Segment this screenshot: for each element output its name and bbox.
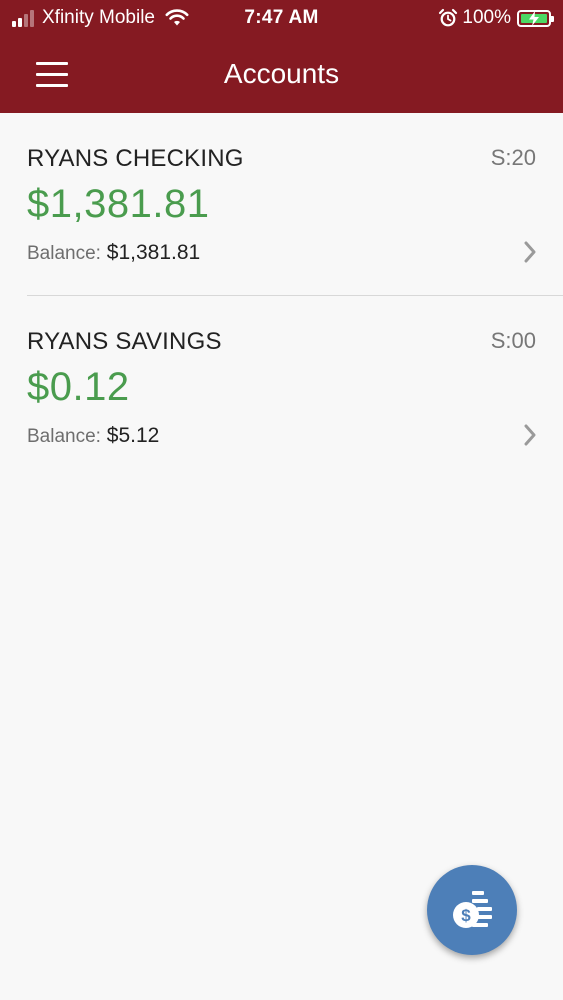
accounts-list: RYANS CHECKING S:20 $1,381.81 Balance: $… xyxy=(0,113,563,479)
money-transfer-icon: $ xyxy=(453,891,492,928)
nav-bar: Accounts xyxy=(0,38,563,113)
account-name: RYANS CHECKING xyxy=(27,145,244,172)
battery-charging-icon xyxy=(517,9,554,27)
account-name: RYANS SAVINGS xyxy=(27,328,222,355)
balance-value: $5.12 xyxy=(106,424,160,447)
balance-label: Balance: xyxy=(27,426,101,447)
account-row-checking[interactable]: RYANS CHECKING S:20 $1,381.81 Balance: $… xyxy=(0,113,563,296)
transfer-fab-button[interactable]: $ xyxy=(427,865,517,955)
status-right: 100% xyxy=(438,6,554,30)
balance-row: Balance: $5.12 xyxy=(27,424,159,448)
available-amount: $1,381.81 xyxy=(27,182,210,226)
account-status: S:00 xyxy=(490,328,536,353)
account-status: S:20 xyxy=(490,145,536,170)
chevron-right-icon[interactable] xyxy=(523,241,537,263)
page-title: Accounts xyxy=(223,58,340,89)
chevron-right-icon[interactable] xyxy=(523,424,537,446)
available-amount: $0.12 xyxy=(27,365,130,409)
alarm-icon xyxy=(439,8,458,27)
app-header: Xfinity Mobile 7:47 AM 100% Accounts xyxy=(0,0,563,113)
svg-text:$: $ xyxy=(461,906,471,925)
account-row-savings[interactable]: RYANS SAVINGS S:00 $0.12 Balance: $5.12 xyxy=(0,296,563,479)
battery-percent: 100% xyxy=(462,7,511,28)
balance-row: Balance: $1,381.81 xyxy=(27,241,200,265)
status-bar: Xfinity Mobile 7:47 AM 100% xyxy=(0,0,563,38)
balance-value: $1,381.81 xyxy=(106,241,201,264)
balance-label: Balance: xyxy=(27,243,101,264)
